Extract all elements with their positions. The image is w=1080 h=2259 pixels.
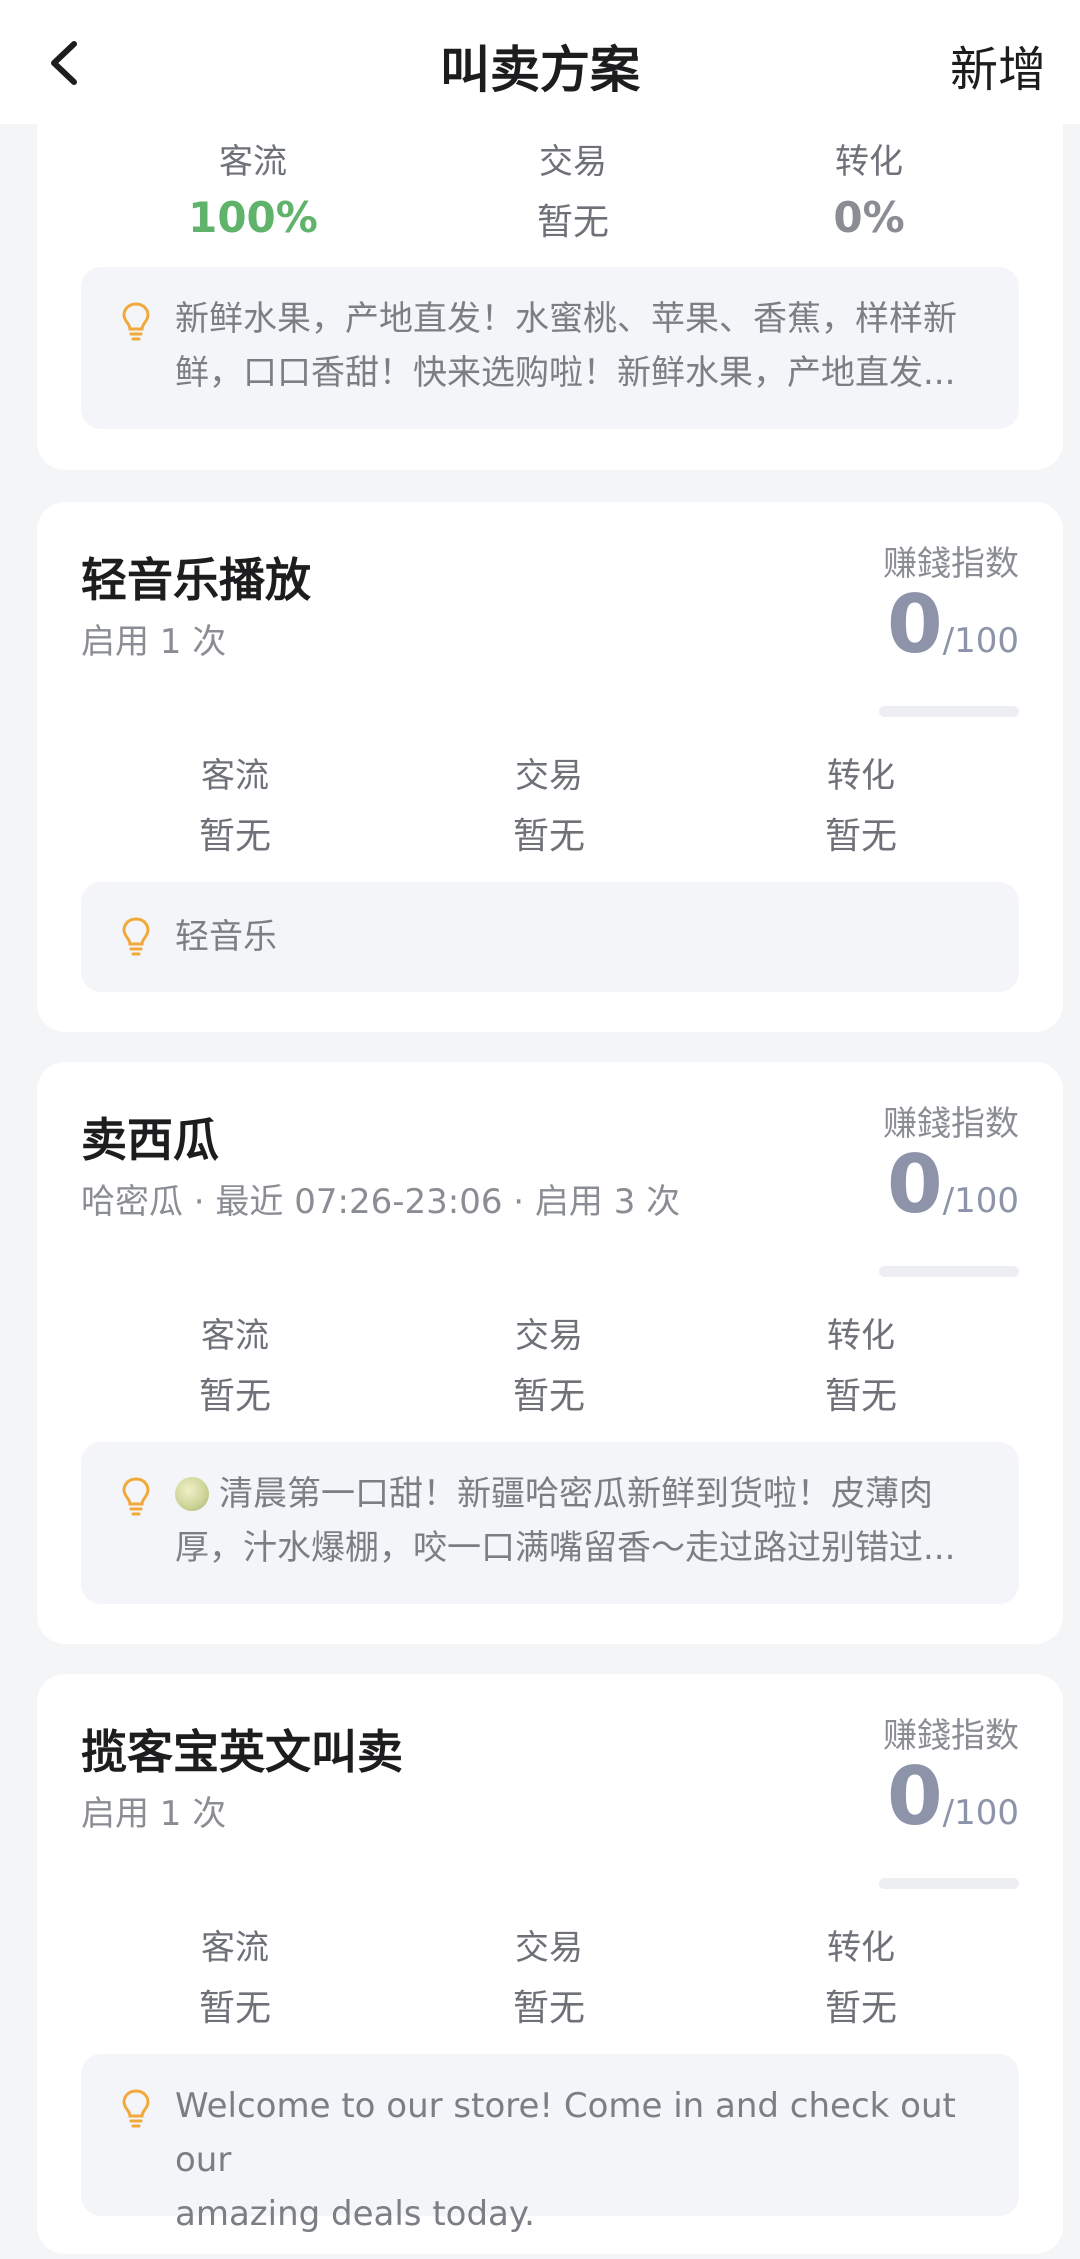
metric-value: 暂无 bbox=[512, 816, 585, 857]
metric-value: 100% bbox=[188, 193, 318, 242]
script-line: 轻音乐 bbox=[175, 917, 277, 957]
score-value: 0 bbox=[886, 1138, 943, 1231]
metric-conversion: 转化 暂无 bbox=[741, 1920, 981, 2031]
score-progress-bar bbox=[879, 1266, 1019, 1277]
melon-emoji-icon bbox=[175, 1477, 209, 1511]
metric-label: 客流 bbox=[201, 1928, 269, 1968]
metric-value: 暂无 bbox=[824, 1376, 897, 1417]
script-text: 轻音乐 bbox=[175, 910, 989, 964]
metric-value: 暂无 bbox=[824, 1988, 897, 2029]
metric-label: 转化 bbox=[827, 756, 895, 796]
script-line: Welcome to our store! Come in and check … bbox=[175, 2086, 956, 2180]
metric-traffic: 客流 暂无 bbox=[115, 1308, 355, 1419]
script-text: 新鲜水果，产地直发！水蜜桃、苹果、香蕉，样样新 鲜，口口香甜！快来选购啦！新鲜水… bbox=[175, 292, 989, 400]
metric-label: 交易 bbox=[515, 1316, 583, 1356]
metric-traffic: 客流 100% bbox=[133, 134, 373, 242]
script-text: Welcome to our store! Come in and check … bbox=[175, 2079, 989, 2241]
top-navbar: 叫卖方案 新增 bbox=[0, 0, 1080, 124]
lightbulb-icon bbox=[122, 302, 150, 341]
plan-title: 卖西瓜 bbox=[81, 1113, 219, 1167]
script-line: 新鲜水果，产地直发！水蜜桃、苹果、香蕉，样样新 bbox=[175, 299, 957, 339]
metric-value: 暂无 bbox=[198, 1988, 271, 2029]
money-score: 0/100 bbox=[887, 1750, 1019, 1843]
score-max: /100 bbox=[942, 1793, 1019, 1833]
metric-value: 暂无 bbox=[198, 816, 271, 857]
metric-transaction: 交易 暂无 bbox=[429, 1308, 669, 1419]
metric-transaction: 交易 暂无 bbox=[429, 748, 669, 859]
plan-title: 揽客宝英文叫卖 bbox=[81, 1725, 403, 1779]
metric-value: 暂无 bbox=[198, 1376, 271, 1417]
plan-card[interactable]: 卖西瓜 哈密瓜 · 最近 07:26-23:06 · 启用 3 次 赚錢指数 0… bbox=[37, 1062, 1063, 1644]
metric-label: 转化 bbox=[835, 142, 903, 182]
plan-title: 轻音乐播放 bbox=[81, 553, 311, 607]
plan-subtitle: 启用 1 次 bbox=[81, 622, 227, 662]
script-text: 清晨第一口甜！新疆哈密瓜新鲜到货啦！皮薄肉 厚，汁水爆棚，咬一口满嘴留香～走过路… bbox=[175, 1467, 989, 1575]
score-progress-bar bbox=[879, 1878, 1019, 1889]
script-preview: Welcome to our store! Come in and check … bbox=[81, 2054, 1019, 2234]
plan-card[interactable]: 揽客宝英文叫卖 启用 1 次 赚錢指数 0/100 客流 暂无 交易 暂无 转化… bbox=[37, 1674, 1063, 2254]
metric-label: 交易 bbox=[515, 1928, 583, 1968]
plan-subtitle: 启用 1 次 bbox=[81, 1794, 227, 1834]
metric-value: 暂无 bbox=[536, 202, 609, 243]
score-max: /100 bbox=[942, 1181, 1019, 1221]
plan-subtitle: 哈密瓜 · 最近 07:26-23:06 · 启用 3 次 bbox=[81, 1182, 681, 1222]
metric-label: 交易 bbox=[539, 142, 607, 182]
script-line-text: 清晨第一口甜！新疆哈密瓜新鲜到货啦！皮薄肉 bbox=[219, 1474, 933, 1514]
score-progress-bar bbox=[879, 706, 1019, 717]
metric-traffic: 客流 暂无 bbox=[115, 748, 355, 859]
script-preview: 轻音乐 bbox=[81, 882, 1019, 992]
metric-transaction: 交易 暂无 bbox=[429, 1920, 669, 2031]
page-title: 叫卖方案 bbox=[440, 41, 640, 99]
metric-label: 交易 bbox=[515, 756, 583, 796]
script-preview: 新鲜水果，产地直发！水蜜桃、苹果、香蕉，样样新 鲜，口口香甜！快来选购啦！新鲜水… bbox=[81, 267, 1019, 429]
metric-value: 暂无 bbox=[824, 816, 897, 857]
metric-value: 暂无 bbox=[512, 1988, 585, 2029]
metric-conversion: 转化 0% bbox=[749, 134, 989, 242]
metric-label: 客流 bbox=[219, 142, 287, 182]
metric-conversion: 转化 暂无 bbox=[741, 1308, 981, 1419]
metric-transaction: 交易 暂无 bbox=[453, 134, 693, 245]
metric-value: 暂无 bbox=[512, 1376, 585, 1417]
metric-label: 转化 bbox=[827, 1316, 895, 1356]
score-value: 0 bbox=[886, 578, 943, 671]
score-max: /100 bbox=[942, 621, 1019, 661]
money-score: 0/100 bbox=[887, 578, 1019, 671]
metric-label: 转化 bbox=[827, 1928, 895, 1968]
script-line: 厚，汁水爆棚，咬一口满嘴留香～走过路过别错过... bbox=[175, 1528, 956, 1568]
lightbulb-icon bbox=[122, 917, 150, 956]
lightbulb-icon bbox=[122, 2089, 150, 2128]
metric-traffic: 客流 暂无 bbox=[115, 1920, 355, 2031]
lightbulb-icon bbox=[122, 1477, 150, 1516]
metric-label: 客流 bbox=[201, 756, 269, 796]
plan-card[interactable]: 轻音乐播放 启用 1 次 赚錢指数 0/100 客流 暂无 交易 暂无 转化 暂… bbox=[37, 502, 1063, 1032]
metric-label: 客流 bbox=[201, 1316, 269, 1356]
script-line: amazing deals today. bbox=[175, 2194, 535, 2234]
script-preview: 清晨第一口甜！新疆哈密瓜新鲜到货啦！皮薄肉 厚，汁水爆棚，咬一口满嘴留香～走过路… bbox=[81, 1442, 1019, 1604]
score-value: 0 bbox=[886, 1750, 943, 1843]
money-score: 0/100 bbox=[887, 1138, 1019, 1231]
add-button[interactable]: 新增 bbox=[950, 30, 1046, 100]
script-line: 鲜，口口香甜！快来选购啦！新鲜水果，产地直发... bbox=[175, 353, 956, 393]
script-line: 清晨第一口甜！新疆哈密瓜新鲜到货啦！皮薄肉 bbox=[175, 1467, 989, 1521]
metric-conversion: 转化 暂无 bbox=[741, 748, 981, 859]
metric-value: 0% bbox=[833, 193, 905, 242]
